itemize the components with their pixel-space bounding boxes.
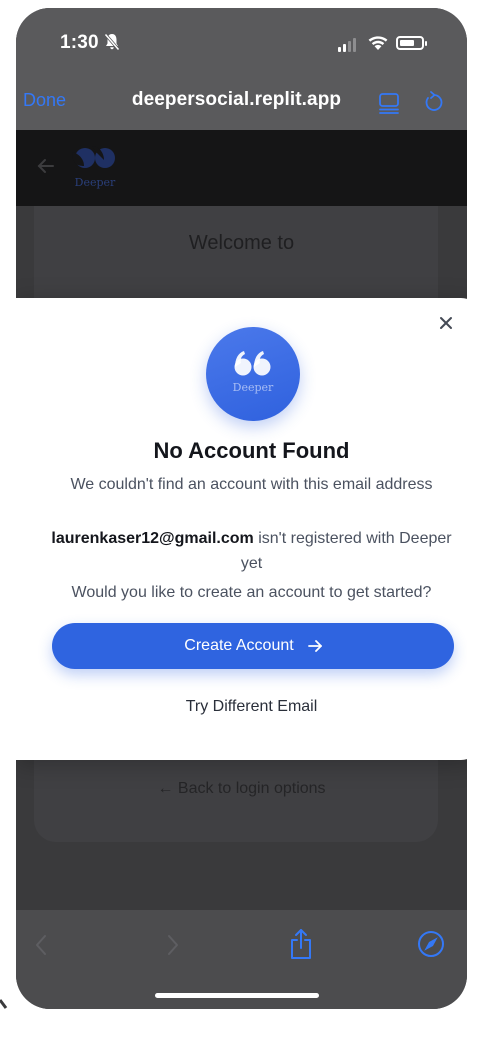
reader-mode-icon[interactable] [377, 91, 401, 115]
quote-logo-icon [234, 351, 271, 376]
modal-title: No Account Found [153, 438, 350, 463]
email-address: laurenkaser12@gmail.com [51, 530, 254, 547]
phone-screen: 1:30 Done deepersocial.replit.app Deeper… [16, 8, 467, 1009]
modal-logo-text: Deeper [232, 381, 274, 394]
status-time: 1:30 [60, 32, 99, 53]
site-logo-text: Deeper [74, 176, 116, 189]
create-account-button[interactable]: Create Account [52, 623, 454, 669]
email-message: laurenkaser12@gmail.com isn't registered… [48, 526, 455, 576]
create-account-question: Would you like to create an account to g… [71, 584, 432, 601]
share-icon[interactable] [288, 928, 314, 960]
modal-logo: Deeper [206, 327, 300, 421]
close-icon[interactable] [438, 315, 454, 331]
create-account-label: Create Account [184, 637, 294, 654]
try-different-email-button[interactable]: Try Different Email [16, 698, 467, 716]
cellular-signal-icon [338, 38, 356, 52]
arrow-right-icon [307, 640, 322, 652]
home-indicator [155, 993, 319, 998]
forward-icon[interactable] [166, 934, 180, 956]
wifi-icon [368, 36, 388, 50]
email-suffix: isn't registered with Deeper yet [240, 530, 452, 572]
back-to-login-link[interactable]: ← Back to login options [16, 780, 467, 798]
screenshot-corner [0, 986, 20, 1010]
site-header: Deeper [16, 130, 467, 206]
compass-icon[interactable] [417, 930, 445, 958]
battery-icon [396, 36, 427, 50]
bell-slash-icon [104, 33, 120, 51]
no-account-modal: Deeper No Account Found We couldn't find… [16, 298, 467, 760]
browser-nav-bar: Done deepersocial.replit.app [16, 74, 467, 130]
site-back-arrow-icon[interactable] [36, 156, 56, 176]
reload-icon[interactable] [422, 90, 446, 114]
status-bar: 1:30 [16, 8, 467, 74]
url-label[interactable]: deepersocial.replit.app [132, 89, 341, 111]
welcome-heading: Welcome to [188, 232, 295, 254]
back-icon[interactable] [34, 934, 48, 956]
modal-subtitle: We couldn't find an account with this em… [70, 476, 433, 493]
